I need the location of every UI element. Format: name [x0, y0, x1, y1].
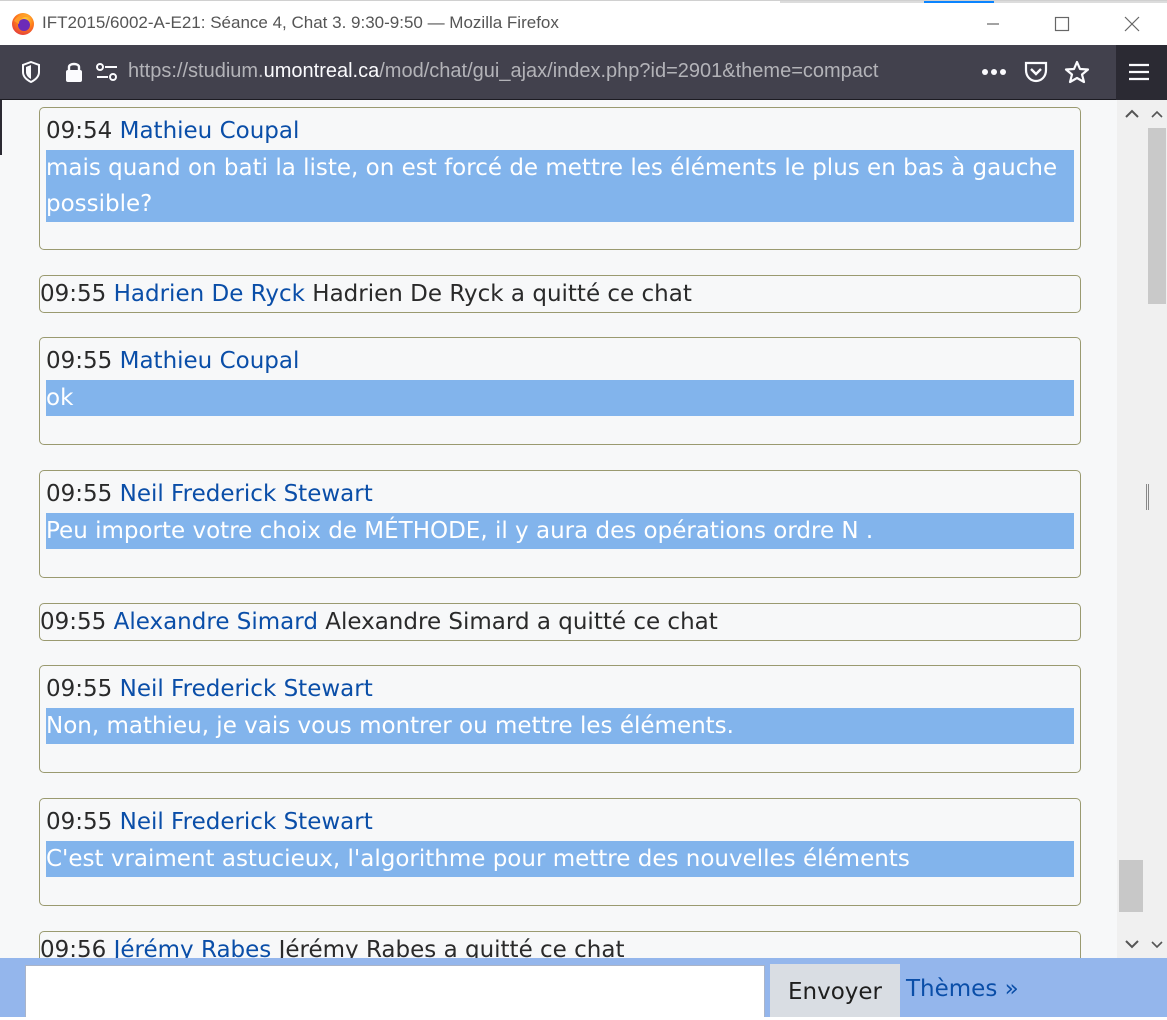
message-header: 09:54 Mathieu Coupal: [40, 108, 1080, 148]
chat-system-message: 09:55 Hadrien De Ryck Hadrien De Ryck a …: [39, 275, 1081, 313]
lock-icon[interactable]: [62, 59, 86, 85]
message-header: 09:55 Neil Frederick Stewart: [40, 471, 1080, 511]
url-text[interactable]: https://studium.umontreal.ca/mod/chat/gu…: [128, 60, 878, 83]
message-time: 09:55: [46, 481, 113, 507]
scroll-down-arrow-icon[interactable]: [1117, 930, 1147, 958]
chat-message: 09:55 Neil Frederick Stewart C'est vraim…: [39, 798, 1081, 906]
message-time: 09:56: [40, 937, 107, 958]
chat-message: 09:55 Neil Frederick Stewart Non, mathie…: [39, 665, 1081, 773]
page-scroll-up-arrow-icon[interactable]: [1147, 100, 1167, 128]
message-header: 09:55 Mathieu Coupal: [40, 338, 1080, 378]
chat-messages-pane[interactable]: 09:54 Mathieu Coupal mais quand on bati …: [0, 100, 1167, 958]
message-time: 09:54: [46, 118, 113, 144]
close-icon: [1124, 16, 1140, 31]
message-text: C'est vraiment astucieux, l'algorithme p…: [46, 841, 1074, 877]
scroll-up-arrow-icon[interactable]: [1117, 100, 1147, 128]
message-user-link[interactable]: Alexandre Simard: [114, 609, 318, 635]
message-time: 09:55: [46, 348, 113, 374]
resize-grip-icon[interactable]: [1146, 484, 1149, 510]
message-text: ok: [46, 380, 1074, 416]
message-header: 09:55 Neil Frederick Stewart: [40, 799, 1080, 839]
chat-system-message: 09:56 Jérémy Rabes Jérémy Rabes a quitté…: [39, 931, 1081, 958]
chat-message-input[interactable]: [25, 965, 765, 1018]
chat-input-bar: Envoyer Thèmes »: [0, 958, 1167, 1020]
menu-icon[interactable]: [1126, 61, 1152, 83]
message-text: mais quand on bati la liste, on est forc…: [46, 150, 1074, 222]
left-edge-shadow: [0, 100, 2, 155]
message-user-link[interactable]: Neil Frederick Stewart: [120, 809, 373, 835]
chat-message: 09:55 Mathieu Coupal ok: [39, 337, 1081, 445]
chat-message: 09:54 Mathieu Coupal mais quand on bati …: [39, 107, 1081, 250]
shield-icon[interactable]: [19, 60, 43, 84]
chat-system-message: 09:55 Alexandre Simard Alexandre Simard …: [39, 603, 1081, 641]
chat-scrollbar[interactable]: [1117, 100, 1147, 958]
maximize-button[interactable]: [1027, 1, 1097, 46]
message-text: Hadrien De Ryck a quitté ce chat: [312, 281, 692, 307]
message-time: 09:55: [46, 809, 113, 835]
minimize-icon: [987, 22, 999, 25]
pocket-icon[interactable]: [1022, 60, 1050, 84]
message-user-link[interactable]: Neil Frederick Stewart: [120, 676, 373, 702]
maximize-icon: [1054, 16, 1070, 31]
window-title: IFT2015/6002-A-E21: Séance 4, Chat 3. 9:…: [42, 13, 559, 32]
message-time: 09:55: [40, 609, 107, 635]
bookmark-star-icon[interactable]: [1063, 59, 1091, 85]
page-scrollbar-thumb[interactable]: [1148, 128, 1166, 304]
message-text: Peu importe votre choix de MÉTHODE, il y…: [46, 513, 1074, 549]
message-user-link[interactable]: Hadrien De Ryck: [114, 281, 305, 307]
navigation-toolbar: https://studium.umontreal.ca/mod/chat/gu…: [0, 45, 1167, 100]
url-host: umontreal.ca: [263, 60, 380, 82]
close-window-button[interactable]: [1097, 1, 1167, 46]
permissions-icon[interactable]: [94, 60, 120, 84]
message-text: Alexandre Simard a quitté ce chat: [325, 609, 718, 635]
message-text: Jérémy Rabes a quitté ce chat: [278, 937, 625, 958]
firefox-logo-icon: [12, 13, 34, 35]
minimize-button[interactable]: [958, 1, 1028, 46]
message-header: 09:55 Neil Frederick Stewart: [40, 666, 1080, 706]
themes-link[interactable]: Thèmes »: [906, 976, 1019, 1002]
message-time: 09:55: [40, 281, 107, 307]
url-bar[interactable]: https://studium.umontreal.ca/mod/chat/gu…: [0, 45, 1116, 100]
more-actions-icon[interactable]: [980, 60, 1008, 84]
url-path: /mod/chat/gui_ajax/index.php?id=2901&the…: [379, 60, 879, 82]
chat-message: 09:55 Neil Frederick Stewart Peu importe…: [39, 470, 1081, 578]
message-user-link[interactable]: Mathieu Coupal: [120, 118, 300, 144]
chat-scrollbar-thumb[interactable]: [1119, 860, 1143, 912]
message-user-link[interactable]: Neil Frederick Stewart: [120, 481, 373, 507]
message-user-link[interactable]: Mathieu Coupal: [120, 348, 300, 374]
message-user-link[interactable]: Jérémy Rabes: [114, 937, 272, 958]
message-text: Non, mathieu, je vais vous montrer ou me…: [46, 708, 1074, 744]
message-time: 09:55: [46, 676, 113, 702]
send-button[interactable]: Envoyer: [770, 964, 900, 1020]
page-scroll-down-arrow-icon[interactable]: [1147, 930, 1167, 958]
url-prefix: https://studium.: [128, 60, 264, 82]
window-titlebar: IFT2015/6002-A-E21: Séance 4, Chat 3. 9:…: [0, 0, 1167, 45]
